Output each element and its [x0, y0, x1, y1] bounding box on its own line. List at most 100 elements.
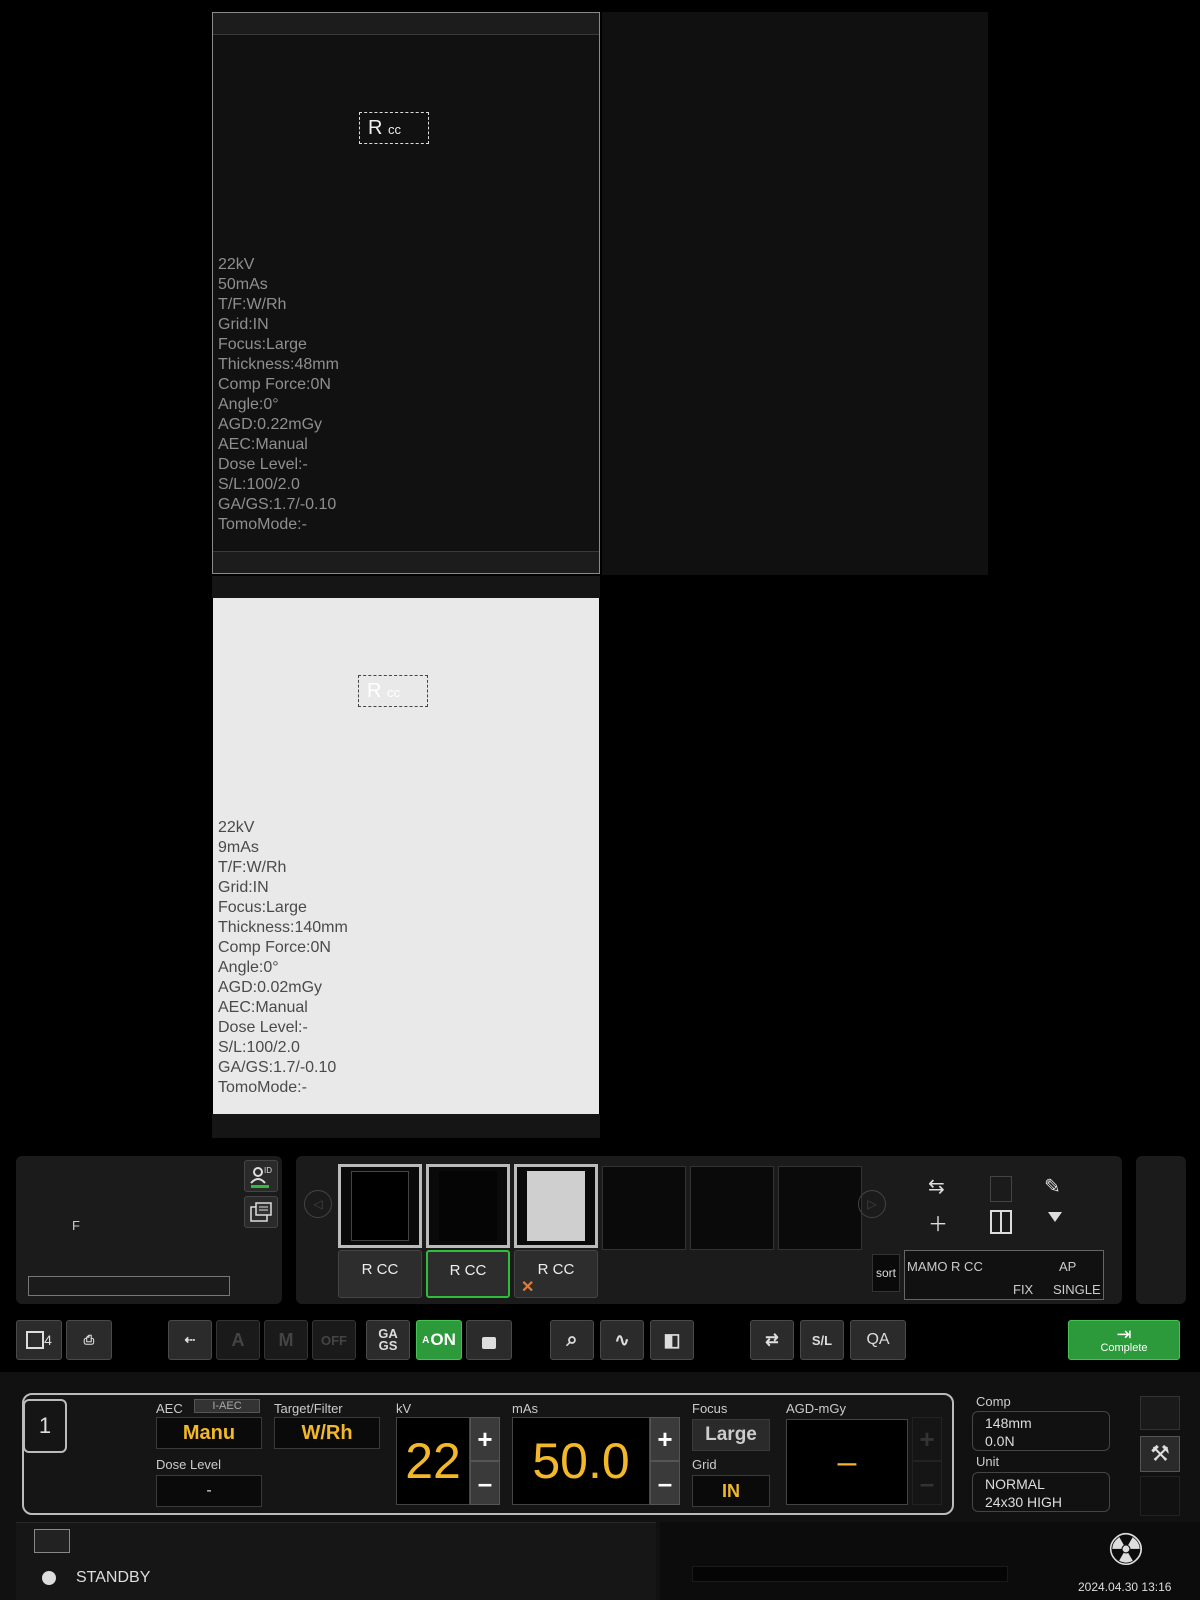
mas-increase-button[interactable]: + — [650, 1417, 680, 1461]
thumbnail-label[interactable]: R CC — [426, 1250, 510, 1298]
kv-decrease-button[interactable]: – — [470, 1461, 500, 1505]
zoom-button[interactable]: ⌕ — [550, 1320, 594, 1360]
thumbnail-6[interactable] — [778, 1166, 862, 1250]
layout-grid-button[interactable] — [990, 1210, 1012, 1234]
tools-button[interactable]: ⚒ — [1140, 1436, 1180, 1472]
lock-icon — [482, 1337, 496, 1349]
printer-icon: ⎙ — [83, 1332, 95, 1347]
thumbnail-2[interactable] — [426, 1164, 510, 1248]
manual-button[interactable]: M — [264, 1320, 308, 1360]
exposure-info-line: Angle:0° — [218, 396, 279, 413]
thumbnail-1[interactable] — [338, 1164, 422, 1248]
right-side-panel — [1136, 1156, 1186, 1304]
auto-on-button[interactable]: A ON — [416, 1320, 462, 1360]
auto-icon: A — [231, 1329, 245, 1350]
kv-increase-button[interactable]: + — [470, 1417, 500, 1461]
mas-value: 50.0 — [512, 1417, 650, 1505]
frame-top-bar — [212, 576, 600, 598]
protocol-position: AP — [1059, 1259, 1077, 1274]
person-icon — [42, 1571, 56, 1585]
patient-id-icon: ID — [250, 1166, 272, 1188]
dropdown-arrow-icon[interactable] — [1048, 1212, 1062, 1222]
aec-label: AEC — [156, 1401, 183, 1416]
thumbnail-5[interactable] — [690, 1166, 774, 1250]
frame-bottom-bar — [213, 551, 599, 573]
add-view-button[interactable]: ◧ — [650, 1320, 694, 1360]
exposure-info-line: Focus:Large — [218, 336, 307, 353]
exposure-info-line: Thickness:48mm — [218, 356, 339, 373]
dose-level-select[interactable]: - — [156, 1475, 262, 1507]
lr-flip-button[interactable]: ⇄ — [750, 1320, 794, 1360]
thumbnail-label[interactable]: R CC — [338, 1250, 422, 1298]
exposure-info-line: 22kV — [218, 819, 255, 836]
thumbnail-3[interactable] — [514, 1164, 598, 1248]
grid-select[interactable]: IN — [692, 1475, 770, 1507]
aux-button[interactable] — [1140, 1396, 1180, 1430]
focus-select[interactable]: Large — [692, 1419, 770, 1451]
compression-thickness: 148mm — [985, 1415, 1032, 1431]
plus-icon: + — [477, 1423, 493, 1454]
exposure-info-line: Dose Level:- — [218, 1019, 308, 1036]
grid-icon — [1000, 1212, 1002, 1232]
agd-decrease-button: – — [912, 1461, 942, 1505]
svg-text:ID: ID — [264, 1166, 272, 1175]
target-filter-label: Target/Filter — [274, 1401, 343, 1416]
unit-size: 24x30 HIGH — [985, 1494, 1063, 1510]
plus-icon: + — [657, 1423, 673, 1454]
swap-image-button[interactable]: ⇆ — [928, 1174, 958, 1204]
exposure-info-line: 50mAs — [218, 276, 268, 293]
print-button[interactable]: ⎙ — [66, 1320, 112, 1360]
comp-label: Comp — [976, 1394, 1011, 1409]
exposure-info-line: S/L:100/2.0 — [218, 1039, 300, 1056]
exposure-info-line: AEC:Manual — [218, 436, 308, 453]
focus-label: Focus — [692, 1401, 728, 1416]
layout-grid-icon — [26, 1331, 45, 1349]
aec-select[interactable]: Manu — [156, 1417, 262, 1449]
exposure-info-line: GA/GS:1.7/-0.10 — [218, 496, 337, 513]
image-frame-1[interactable]: R cc 22kV 50mAs T/F:W/Rh Grid:IN Focus:Large… — [212, 12, 600, 574]
auto-button[interactable]: A — [216, 1320, 260, 1360]
scroll-left-button[interactable]: ◁ — [304, 1190, 332, 1218]
lock-button[interactable] — [466, 1320, 512, 1360]
exposure-panel: 1 AEC I-AEC Manu Target/Filter W/Rh Dose… — [22, 1393, 954, 1515]
mas-decrease-button[interactable]: – — [650, 1461, 680, 1505]
unit-mode: NORMAL — [985, 1476, 1045, 1492]
slot-number[interactable]: 1 — [23, 1399, 67, 1453]
complete-button[interactable]: ⇥ Complete — [1068, 1320, 1180, 1360]
empty-viewport[interactable] — [602, 12, 988, 575]
layout-count: 4 — [44, 1332, 52, 1348]
qa-button[interactable]: QA — [850, 1320, 906, 1360]
unit-label: Unit — [976, 1454, 1000, 1469]
sort-button[interactable]: sort — [872, 1254, 900, 1292]
off-button[interactable]: OFF — [312, 1320, 356, 1360]
add-image-button[interactable]: ＋ — [928, 1208, 958, 1238]
transfer-button[interactable]: ⇠ — [168, 1320, 212, 1360]
mas-label: mAs — [512, 1401, 538, 1416]
edit-protocol-button[interactable]: ✎ — [1044, 1174, 1076, 1204]
thumbnail-4[interactable] — [602, 1166, 686, 1250]
curve-button[interactable]: ∿ — [600, 1320, 644, 1360]
scroll-right-button[interactable]: ▷ — [858, 1190, 886, 1218]
exposure-info: 22kV 9mAs T/F:W/Rh Grid:IN Focus:Large Thickn… — [218, 818, 348, 1098]
sl-button[interactable]: S/L — [800, 1320, 844, 1360]
target-filter-select[interactable]: W/Rh — [274, 1417, 380, 1449]
thumbnail-label[interactable]: R CC ✕ — [514, 1250, 598, 1298]
exposure-info-line: Comp Force:0N — [218, 939, 331, 956]
patient-panel: F ID — [16, 1156, 282, 1304]
ga-gs-button[interactable]: GA GS — [366, 1320, 410, 1360]
image-frame-2[interactable]: R cc 22kV 9mAs T/F:W/Rh Grid:IN Focus:Large T… — [213, 598, 599, 1114]
patient-sex: F — [72, 1218, 80, 1233]
transfer-icon: ⇠ — [184, 1332, 196, 1347]
orientation-marker: R cc — [359, 112, 429, 144]
patient-info-button[interactable] — [244, 1196, 278, 1228]
layout-button[interactable]: 4 — [16, 1320, 62, 1360]
frame-bottom-bar — [212, 1114, 600, 1138]
exposure-info-line: Comp Force:0N — [218, 376, 331, 393]
delete-image-button[interactable] — [990, 1176, 1012, 1202]
exposure-info-line: Angle:0° — [218, 959, 279, 976]
minus-icon: – — [477, 1467, 493, 1498]
patient-id-button[interactable]: ID — [244, 1160, 278, 1192]
film-icon[interactable] — [34, 1529, 70, 1553]
exposure-info: 22kV 50mAs T/F:W/Rh Grid:IN Focus:Large Thick… — [218, 255, 339, 535]
patient-name-field[interactable] — [28, 1276, 230, 1296]
